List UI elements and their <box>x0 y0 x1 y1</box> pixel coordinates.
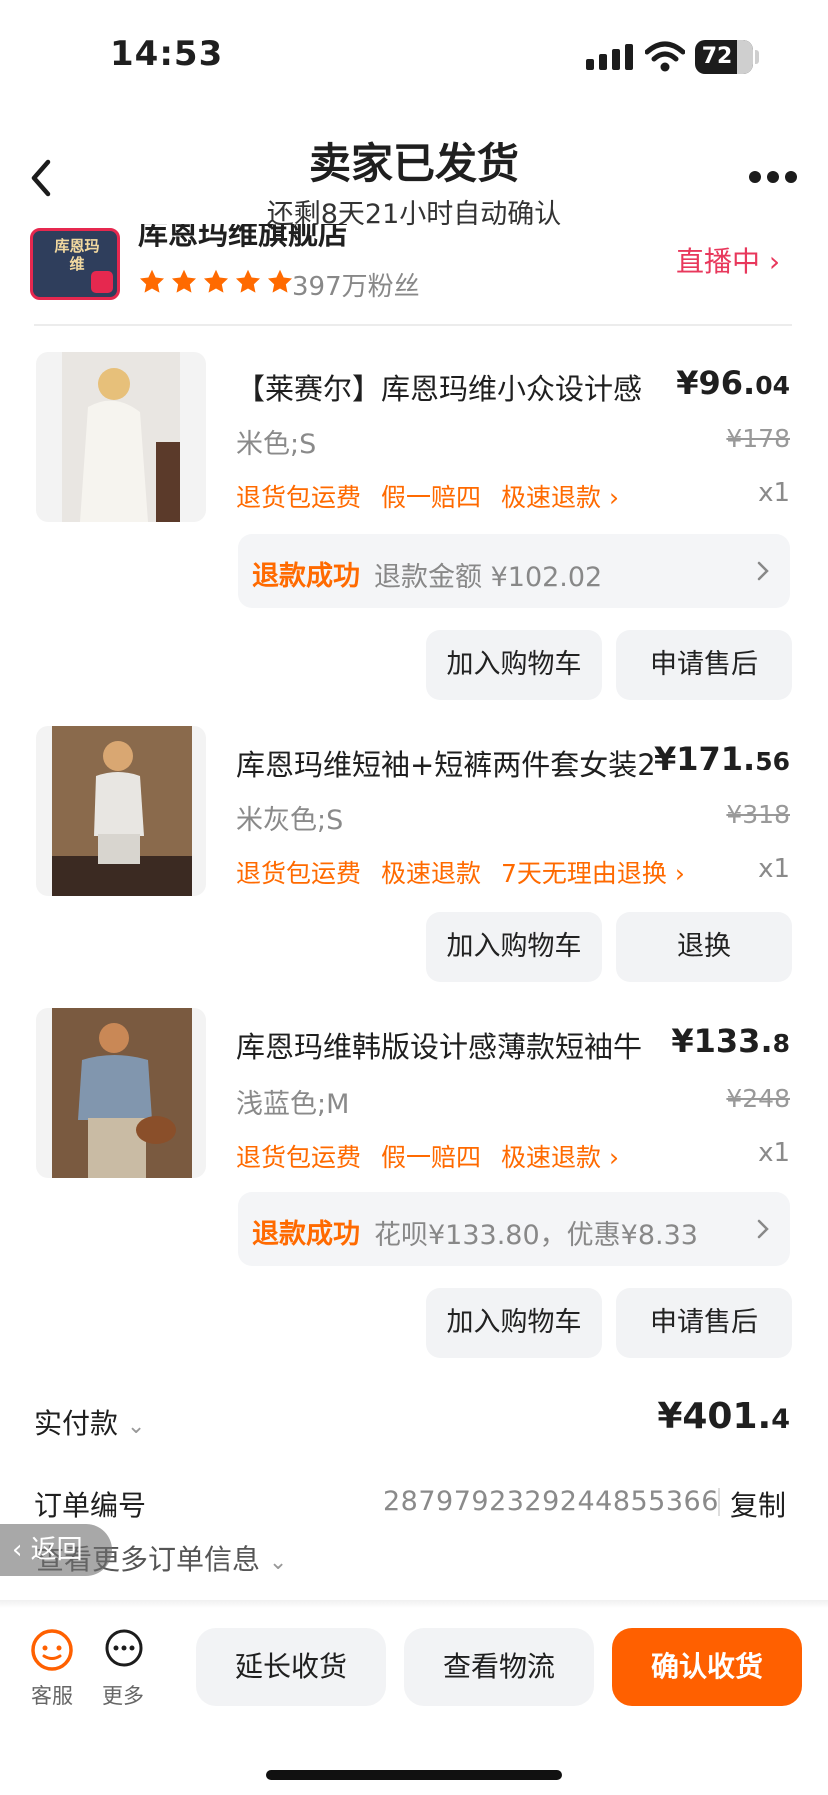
chevron-right-icon <box>757 561 769 581</box>
paid-amount: ¥401.4 <box>657 1396 790 1437</box>
service-tags[interactable]: 退货包运费 假一赔四 极速退款 › <box>236 478 639 514</box>
wifi-icon <box>645 41 685 72</box>
floating-back-label: 返回 <box>30 1535 83 1565</box>
shop-fans-count: 397万粉丝 <box>292 272 420 302</box>
chevron-down-icon: ⌄ <box>268 1550 288 1575</box>
product-image-icon <box>62 352 180 522</box>
page-title: 卖家已发货 <box>308 139 519 188</box>
refund-status-label: 退款成功 <box>252 1219 360 1250</box>
refund-status-row[interactable]: 退款成功 退款金额 ¥102.02 <box>238 534 790 608</box>
more-circle-icon[interactable] <box>104 1628 144 1668</box>
product-title[interactable]: 库恩玛维短袖+短裤两件套女装2 <box>236 742 696 784</box>
home-indicator[interactable] <box>266 1770 562 1780</box>
product-thumbnail[interactable] <box>36 726 206 896</box>
chevron-down-icon: ⌄ <box>126 1414 146 1439</box>
battery-nub <box>755 50 759 64</box>
service-tag: 极速退款 › <box>501 483 619 512</box>
shop-rating-stars <box>138 268 294 296</box>
live-badge-icon <box>91 271 113 293</box>
more-options-icon[interactable] <box>748 170 798 184</box>
after-sales-button[interactable]: 申请售后 <box>616 1288 792 1358</box>
star-icon <box>139 269 165 293</box>
product-spec: 浅蓝色;M <box>236 1089 350 1120</box>
bottom-bar-divider <box>0 1600 828 1608</box>
star-icon <box>171 269 197 293</box>
product-spec: 米灰色;S <box>236 805 344 836</box>
star-icon <box>235 269 261 293</box>
status-time: 14:53 <box>110 34 224 74</box>
service-tag: 7天无理由退换 › <box>501 859 685 888</box>
divider <box>718 1488 720 1516</box>
refund-amount-text: 退款金额 ¥102.02 <box>374 562 603 593</box>
product-title[interactable]: 库恩玛维韩版设计感薄款短袖牛 <box>236 1024 696 1066</box>
shop-name[interactable]: 库恩玛维旗舰店 <box>138 224 348 252</box>
quantity: x1 <box>758 854 790 884</box>
product-title[interactable]: 【莱赛尔】库恩玛维小众设计感 <box>236 366 696 408</box>
star-icon <box>267 269 293 293</box>
service-tag: 退货包运费 <box>236 1143 362 1172</box>
order-number-label: 订单编号 <box>34 1489 147 1522</box>
add-to-cart-button[interactable]: 加入购物车 <box>426 630 602 700</box>
floating-back-button[interactable]: ‹ 返回 <box>0 1524 112 1576</box>
add-to-cart-button[interactable]: 加入购物车 <box>426 912 602 982</box>
chevron-left-icon: ‹ <box>12 1535 31 1565</box>
chevron-right-icon: › <box>768 245 781 278</box>
more-label[interactable]: 更多 <box>102 1680 144 1710</box>
product-price: ¥171.56 <box>653 740 790 778</box>
live-label: 直播中 <box>676 245 761 278</box>
view-logistics-button[interactable]: 查看物流 <box>404 1628 594 1706</box>
copy-button[interactable]: 复制 <box>730 1484 786 1524</box>
add-to-cart-button[interactable]: 加入购物车 <box>426 1288 602 1358</box>
confirm-receipt-button[interactable]: 确认收货 <box>612 1628 802 1706</box>
refund-amount-text: 花呗¥133.80，优惠¥8.33 <box>374 1220 698 1251</box>
paid-amount-toggle[interactable]: 实付款 ⌄ <box>34 1402 145 1442</box>
service-tag: 极速退款 <box>381 859 482 888</box>
customer-service-icon[interactable] <box>30 1628 74 1672</box>
auto-confirm-countdown: 还剩8天21小时自动确认 <box>266 199 562 230</box>
service-tag: 退货包运费 <box>236 859 362 888</box>
quantity: x1 <box>758 478 790 508</box>
product-image-icon <box>52 726 192 896</box>
original-price: ¥318 <box>726 800 790 829</box>
product-price: ¥96.04 <box>676 364 790 402</box>
quantity: x1 <box>758 1138 790 1168</box>
shop-logo-text: 库恩玛维 <box>54 237 100 273</box>
service-tags[interactable]: 退货包运费 极速退款 7天无理由退换 › <box>236 854 705 890</box>
original-price: ¥178 <box>726 424 790 453</box>
order-number: 2879792329244855366 <box>383 1486 719 1517</box>
cellular-signal-icon <box>586 44 633 70</box>
service-tag: 假一赔四 <box>381 483 482 512</box>
return-exchange-button[interactable]: 退换 <box>616 912 792 982</box>
live-link[interactable]: 直播中 › <box>676 240 780 280</box>
paid-label: 实付款 <box>34 1407 119 1440</box>
service-tag: 假一赔四 <box>381 1143 482 1172</box>
service-label[interactable]: 客服 <box>31 1680 73 1710</box>
after-sales-button[interactable]: 申请售后 <box>616 630 792 700</box>
product-spec: 米色;S <box>236 429 317 460</box>
chevron-right-icon <box>757 1219 769 1239</box>
battery-indicator: 72 <box>695 40 753 74</box>
product-price: ¥133.8 <box>671 1022 790 1060</box>
star-icon <box>203 269 229 293</box>
product-thumbnail[interactable] <box>36 352 206 522</box>
refund-status-row[interactable]: 退款成功 花呗¥133.80，优惠¥8.33 <box>238 1192 790 1266</box>
original-price: ¥248 <box>726 1084 790 1113</box>
divider <box>34 324 792 326</box>
service-tag: 退货包运费 <box>236 483 362 512</box>
shop-logo[interactable]: 库恩玛维 <box>30 228 120 300</box>
refund-status-label: 退款成功 <box>252 561 360 592</box>
product-thumbnail[interactable] <box>36 1008 206 1178</box>
service-tag: 极速退款 › <box>501 1143 619 1172</box>
product-image-icon <box>52 1008 192 1178</box>
extend-receipt-button[interactable]: 延长收货 <box>196 1628 386 1706</box>
service-tags[interactable]: 退货包运费 假一赔四 极速退款 › <box>236 1138 639 1174</box>
